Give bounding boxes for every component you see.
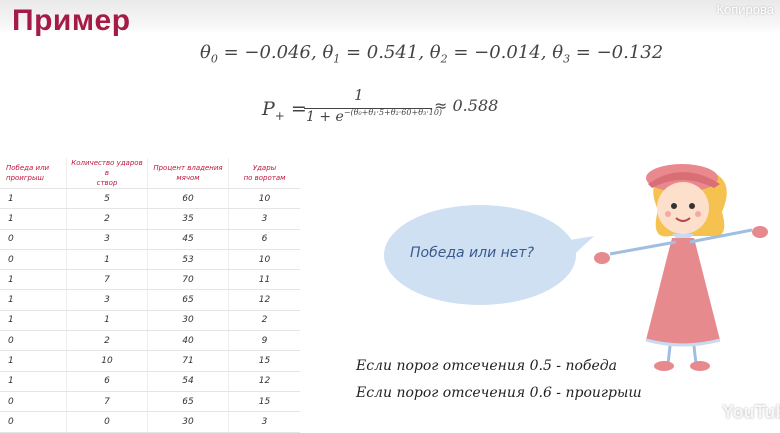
- cell: 5: [66, 188, 148, 210]
- cell: 1: [0, 188, 67, 210]
- cell: 60: [147, 188, 229, 210]
- header-shots-at-goal: Удары по воротам: [228, 158, 300, 189]
- cell: 6: [66, 371, 148, 392]
- table-row: 0 7 65 15: [0, 391, 300, 413]
- probability-lhs: P+ =: [262, 98, 307, 123]
- girl-illustration: [594, 164, 768, 371]
- cell: 1: [66, 310, 148, 332]
- table-row: 0 1 53 10: [0, 249, 300, 271]
- cell: 3: [228, 411, 300, 433]
- table-row: 0 2 40 9: [0, 330, 300, 352]
- table-row: 0 3 45 6: [0, 229, 300, 250]
- threshold-note-win: Если порог отсечения 0.5 - победа: [356, 358, 617, 374]
- cell: 7: [66, 391, 148, 413]
- fraction-numerator: 1: [354, 86, 364, 104]
- table-row: 1 3 65 12: [0, 289, 300, 311]
- cell: 0: [0, 249, 67, 271]
- cell: 12: [228, 371, 300, 392]
- cell: 12: [228, 289, 300, 311]
- cell: 70: [147, 269, 229, 291]
- speech-bubble-text: Победа или нет?: [410, 245, 534, 261]
- cell: 65: [147, 391, 229, 413]
- cell: 1: [66, 249, 148, 271]
- cell: 7: [66, 269, 148, 291]
- cell: 53: [147, 249, 229, 271]
- cell: 30: [147, 411, 229, 433]
- cell: 0: [66, 411, 148, 433]
- cell: 3: [66, 289, 148, 311]
- cell: 35: [147, 208, 229, 230]
- cell: 3: [228, 208, 300, 230]
- cell: 0: [0, 411, 67, 433]
- cell: 1: [0, 310, 67, 332]
- table-row: 1 7 70 11: [0, 269, 300, 291]
- cell: 2: [228, 310, 300, 332]
- cell: 11: [228, 269, 300, 291]
- cell: 10: [228, 188, 300, 210]
- cell: 45: [147, 229, 229, 250]
- cell: 1: [0, 289, 67, 311]
- cell: 30: [147, 310, 229, 332]
- match-data-table: Победа или проигрыш Количество ударов в ст…: [0, 158, 300, 433]
- cell: 3: [66, 229, 148, 250]
- cell: 1: [0, 350, 67, 372]
- cell: 15: [228, 350, 300, 372]
- cell: 40: [147, 330, 229, 352]
- table-row: 1 1 30 2: [0, 310, 300, 332]
- cell: 15: [228, 391, 300, 413]
- cell: 1: [0, 208, 67, 230]
- cell: 6: [228, 229, 300, 250]
- cell: 0: [0, 229, 67, 250]
- probability-formula: P+ = 1 1 + e−(θ₀+θ₁·5+θ₂·60+θ₃·10) ≈ 0.5…: [262, 86, 522, 134]
- slide-title: Пример: [12, 4, 131, 37]
- cell: 71: [147, 350, 229, 372]
- table-header-row: Победа или проигрыш Количество ударов в ст…: [0, 158, 300, 189]
- cell: 9: [228, 330, 300, 352]
- cell: 1: [0, 371, 67, 392]
- copy-link-button[interactable]: Копирова: [716, 2, 774, 17]
- cell: 65: [147, 289, 229, 311]
- theta-values: θ0 = −0.046, θ1 = 0.541, θ2 = −0.014, θ3…: [200, 42, 664, 66]
- cell: 2: [66, 330, 148, 352]
- cell: 10: [66, 350, 148, 372]
- probability-result: ≈ 0.588: [434, 96, 499, 115]
- cell: 54: [147, 371, 229, 392]
- fraction-denominator: 1 + e−(θ₀+θ₁·5+θ₂·60+θ₃·10): [306, 108, 443, 125]
- header-possession: Процент владения мячом: [147, 158, 229, 189]
- threshold-note-loss: Если порог отсечения 0.6 - проигрыш: [356, 385, 642, 401]
- youtube-wordmark: YouTube: [722, 402, 780, 422]
- table-row: 1 2 35 3: [0, 208, 300, 230]
- cell: 0: [0, 391, 67, 413]
- table-row: 1 5 60 10: [0, 188, 300, 210]
- cell: 10: [228, 249, 300, 271]
- header-shots-on-target: Количество ударов в створ: [66, 158, 148, 189]
- table-row: 1 10 71 15: [0, 350, 300, 372]
- cell: 0: [0, 330, 67, 352]
- table-row: 0 0 30 3: [0, 411, 300, 433]
- cell: 2: [66, 208, 148, 230]
- cell: 1: [0, 269, 67, 291]
- table-row: 1 6 54 12: [0, 371, 300, 392]
- header-win-loss: Победа или проигрыш: [0, 158, 67, 189]
